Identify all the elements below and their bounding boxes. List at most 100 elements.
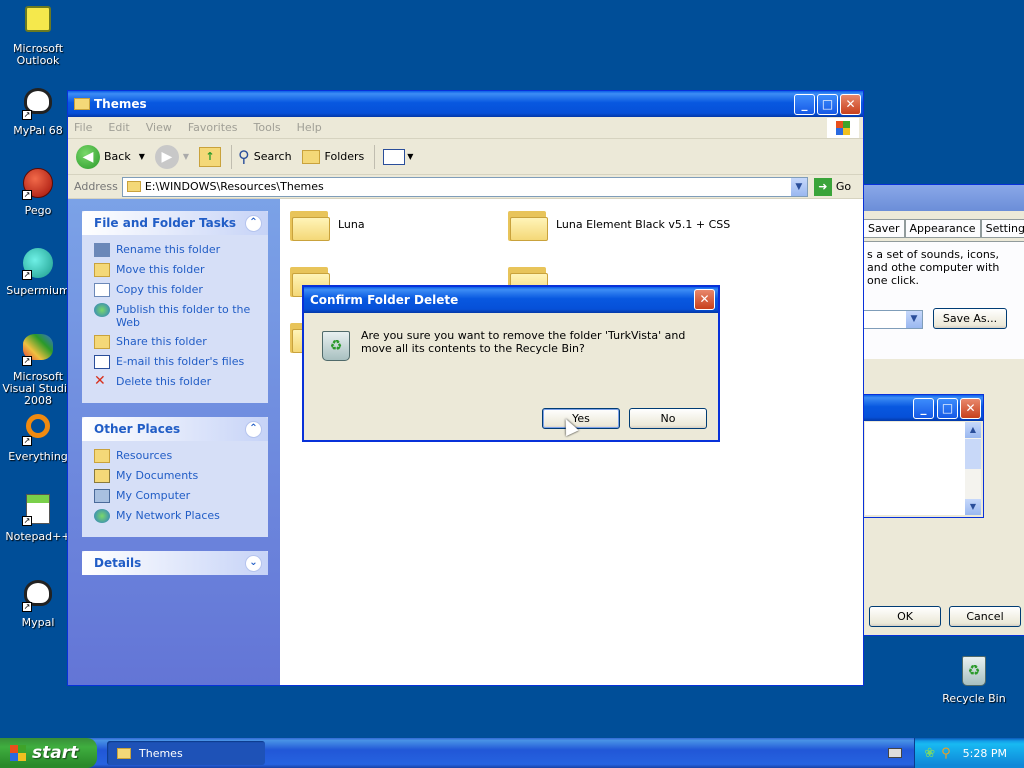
task-publish[interactable]: Publish this folder to the Web xyxy=(94,303,258,329)
panel-header[interactable]: Other Places ⌃ xyxy=(82,417,268,441)
mypal-icon: ↗ xyxy=(22,88,54,120)
ok-button[interactable]: OK xyxy=(869,606,941,627)
cancel-button[interactable]: Cancel xyxy=(949,606,1021,627)
network-icon xyxy=(94,509,110,523)
place-my-computer[interactable]: My Computer xyxy=(94,489,258,503)
up-folder-button[interactable]: ↑ xyxy=(199,146,222,167)
chevron-down-icon: ▼ xyxy=(182,152,190,161)
start-button[interactable]: start xyxy=(0,738,97,768)
close-button[interactable]: ✕ xyxy=(840,94,861,115)
recycle-bin-icon: ♻ xyxy=(322,331,350,361)
desktop-icon-mypal68[interactable]: ↗ MyPal 68 xyxy=(0,86,76,137)
desktop-icon-everything[interactable]: ↗ Everything xyxy=(0,412,76,463)
folders-button[interactable]: Folders xyxy=(301,149,364,164)
tab-appearance[interactable]: Appearance xyxy=(904,219,981,238)
menu-tools[interactable]: Tools xyxy=(254,121,281,134)
place-resources[interactable]: Resources xyxy=(94,449,258,463)
menu-help[interactable]: Help xyxy=(297,121,322,134)
tab-screen-saver[interactable]: Saver xyxy=(863,219,905,238)
taskbar-item-label: Themes xyxy=(139,746,183,760)
forward-button[interactable]: ▶ ▼ xyxy=(154,144,190,169)
task-label: Move this folder xyxy=(116,263,205,276)
child-window-content xyxy=(865,422,965,515)
notepadpp-icon: ↗ xyxy=(22,494,54,526)
minimize-button[interactable]: _ xyxy=(794,94,815,115)
desktop-icon-supermium[interactable]: ↗ Supermium xyxy=(0,248,76,297)
folder-content: Luna Luna Element Black v5.1 + CSS xyxy=(280,199,863,685)
desktop-icon-mypal[interactable]: ↗ Mypal xyxy=(0,578,76,629)
panel-header[interactable]: File and Folder Tasks ⌃ xyxy=(82,211,268,235)
expand-icon[interactable]: ⌄ xyxy=(245,554,262,572)
tray-icon[interactable]: ❀ xyxy=(924,746,935,761)
address-field[interactable]: E:\WINDOWS\Resources\Themes ▼ xyxy=(121,176,808,197)
task-share[interactable]: Share this folder xyxy=(94,335,258,349)
task-delete[interactable]: ✕ Delete this folder xyxy=(94,374,258,389)
no-button[interactable]: No xyxy=(629,408,707,429)
back-arrow-icon: ◀ xyxy=(76,144,100,169)
scroll-down-icon[interactable]: ▼ xyxy=(965,499,981,515)
task-email[interactable]: E-mail this folder's files xyxy=(94,355,258,369)
clock[interactable]: 5:28 PM xyxy=(963,747,1007,760)
desktop-icon-pego[interactable]: ↗ Pego xyxy=(0,168,76,217)
folder-icon xyxy=(290,207,330,241)
views-button[interactable]: ▼ xyxy=(383,148,414,165)
close-button[interactable]: ✕ xyxy=(694,289,715,310)
chevron-down-icon[interactable]: ▼ xyxy=(790,177,807,196)
collapse-icon[interactable]: ⌃ xyxy=(245,420,262,438)
search-icon[interactable]: ⚲ xyxy=(941,746,951,761)
desktop-icon-notepadpp[interactable]: ↗ Notepad++ xyxy=(0,494,76,543)
place-label: My Documents xyxy=(116,469,199,482)
menu-view[interactable]: View xyxy=(146,121,172,134)
chevron-down-icon[interactable]: ▼ xyxy=(139,152,145,161)
place-label: Resources xyxy=(116,449,173,462)
desktop-icon-label: Recycle Bin xyxy=(942,692,1006,705)
folder-item-luna[interactable]: Luna xyxy=(290,207,365,241)
collapse-icon[interactable]: ⌃ xyxy=(245,214,262,232)
yes-button[interactable]: Yes xyxy=(542,408,620,429)
supermium-icon: ↗ xyxy=(22,248,54,280)
go-button[interactable]: ➜ Go xyxy=(813,177,851,196)
task-move[interactable]: Move this folder xyxy=(94,263,258,277)
panel-header[interactable]: Details ⌄ xyxy=(82,551,268,575)
folder-item-luna-element[interactable]: Luna Element Black v5.1 + CSS xyxy=(508,207,730,241)
chevron-down-icon: ▼ xyxy=(407,152,414,161)
dialog-titlebar: Confirm Folder Delete ✕ xyxy=(304,287,718,313)
search-button[interactable]: ⚲ Search xyxy=(238,147,292,166)
task-rename[interactable]: Rename this folder xyxy=(94,243,258,257)
save-as-button[interactable]: Save As... xyxy=(933,308,1007,329)
scroll-thumb[interactable] xyxy=(965,439,981,469)
maximize-button[interactable]: □ xyxy=(937,398,958,419)
desktop-icon-recycle-bin[interactable]: ♻ Recycle Bin xyxy=(936,656,1012,705)
scroll-up-icon[interactable]: ▲ xyxy=(965,422,981,438)
close-button[interactable]: ✕ xyxy=(960,398,981,419)
tab-settings[interactable]: Settings xyxy=(980,219,1024,238)
place-my-documents[interactable]: My Documents xyxy=(94,469,258,483)
back-button[interactable]: ◀ Back ▼ xyxy=(76,144,145,169)
desktop-icon-label: MyPal 68 xyxy=(13,124,63,137)
menu-edit[interactable]: Edit xyxy=(108,121,129,134)
details-panel: Details ⌄ xyxy=(82,551,268,575)
menu-favorites[interactable]: Favorites xyxy=(188,121,238,134)
menu-file[interactable]: File xyxy=(74,121,92,134)
maximize-button[interactable]: □ xyxy=(817,94,838,115)
address-bar: Address E:\WINDOWS\Resources\Themes ▼ ➜ … xyxy=(68,175,863,199)
desktop-icon-outlook[interactable]: Microsoft Outlook xyxy=(0,4,76,67)
go-arrow-icon: ➜ xyxy=(813,177,832,196)
back-label: Back xyxy=(104,150,131,163)
desktop-icon-label: Supermium xyxy=(6,284,70,297)
task-copy[interactable]: Copy this folder xyxy=(94,283,258,297)
desktop-icon-visual-studio[interactable]: ↗ Microsoft Visual Studio 2008 xyxy=(0,332,76,407)
views-icon xyxy=(383,148,406,165)
minimize-button[interactable]: _ xyxy=(913,398,934,419)
folder-icon xyxy=(508,207,548,241)
copy-icon xyxy=(94,283,110,297)
address-value: E:\WINDOWS\Resources\Themes xyxy=(144,180,324,193)
keyboard-icon[interactable] xyxy=(888,748,902,758)
visual-studio-icon: ↗ xyxy=(22,334,54,366)
taskbar-item-themes[interactable]: Themes xyxy=(107,741,265,765)
vertical-scrollbar[interactable]: ▲ ▼ xyxy=(965,422,981,515)
standard-toolbar: ◀ Back ▼ ▶ ▼ ↑ ⚲ Search Folders ▼ xyxy=(68,139,863,175)
folder-icon xyxy=(94,449,110,463)
place-my-network[interactable]: My Network Places xyxy=(94,509,258,523)
theme-select[interactable]: ▼ xyxy=(863,310,923,329)
